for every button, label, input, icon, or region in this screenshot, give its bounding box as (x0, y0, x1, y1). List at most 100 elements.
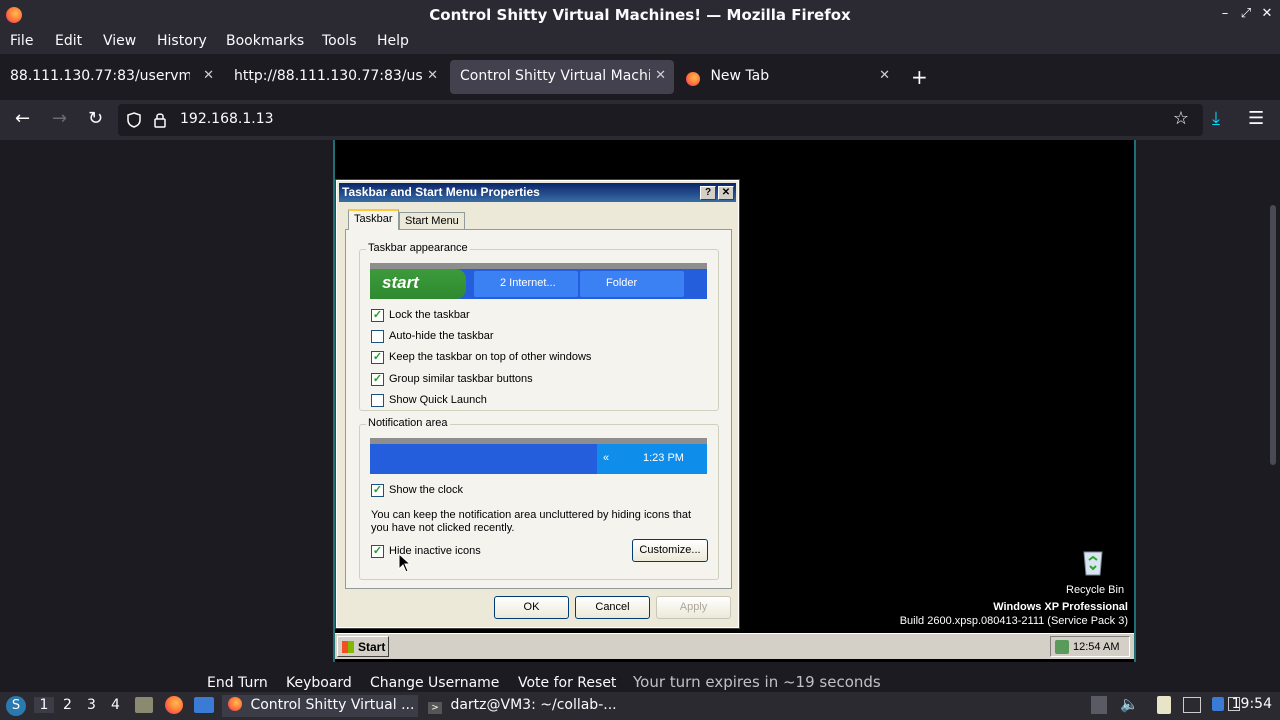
url-text: 192.168.1.13 (180, 111, 274, 127)
minimize-button[interactable]: – (1216, 6, 1234, 21)
xp-build-text: Build 2600.xpsp.080413-2111 (Service Pac… (899, 615, 1128, 627)
menu-file[interactable]: File (10, 33, 33, 49)
checkbox-label: Group similar taskbar buttons (389, 373, 533, 385)
taskbar-preview: start 2 Internet... Folder (370, 263, 707, 299)
taskbar-app-firefox[interactable]: Control Shitty Virtual ... (222, 695, 418, 717)
hide-inactive-checkbox[interactable]: ✓ (371, 545, 384, 558)
navigation-bar: ← → ↻ 192.168.1.13 ☆ ⤓ ☰ (0, 100, 1280, 140)
group-title: Taskbar appearance (366, 242, 470, 254)
menu-tools[interactable]: Tools (322, 33, 357, 49)
display-icon[interactable] (1183, 697, 1201, 713)
ok-button[interactable]: OK (494, 596, 569, 619)
preview-start-button: start (370, 269, 466, 299)
notification-area-group: Notification area « 1:23 PM ✓ Show the c… (359, 417, 719, 580)
checkbox-label: Auto-hide the taskbar (389, 330, 494, 342)
workspace-1[interactable]: 1 (34, 697, 54, 713)
window-icon[interactable] (194, 697, 214, 713)
menu-history[interactable]: History (157, 33, 207, 49)
taskbar-app-terminal[interactable]: > dartz@VM3: ~/collab-... (422, 695, 618, 717)
tab-uservm[interactable]: 88.111.130.77:83/uservm/ ✕ (0, 60, 222, 94)
tab-taskbar[interactable]: Taskbar (348, 209, 399, 230)
change-username-link[interactable]: Change Username (370, 675, 499, 691)
checkbox-label: Show Quick Launch (389, 394, 487, 406)
hamburger-menu-icon[interactable]: ☰ (1248, 108, 1264, 129)
workspace-2[interactable]: 2 (63, 697, 72, 713)
turn-status-text: Your turn expires in ~19 seconds (633, 673, 881, 691)
tab-label: http://88.111.130.77:83/use (234, 68, 422, 84)
vote-reset-link[interactable]: Vote for Reset (518, 675, 616, 691)
keyboard-link[interactable]: Keyboard (286, 675, 352, 691)
tab-start-menu[interactable]: Start Menu (399, 212, 465, 230)
windows-logo-icon (342, 641, 354, 653)
close-tab-icon[interactable]: ✕ (879, 68, 890, 83)
keep-on-top-checkbox[interactable]: ✓ (371, 351, 384, 364)
help-button[interactable]: ? (700, 186, 716, 200)
group-title: Notification area (366, 417, 450, 429)
app-label: Control Shitty Virtual ... (250, 697, 415, 713)
lock-taskbar-checkbox[interactable]: ✓ (371, 309, 384, 322)
xp-start-button[interactable]: Start (337, 636, 389, 657)
tab-label: 88.111.130.77:83/uservm/ (10, 68, 190, 84)
back-arrow-icon[interactable]: ← (15, 108, 30, 129)
app-label: dartz@VM3: ~/collab-... (450, 697, 617, 713)
update-icon[interactable] (1212, 697, 1224, 711)
lock-icon[interactable] (154, 112, 166, 128)
preview-clock: 1:23 PM (643, 452, 684, 464)
end-turn-link[interactable]: End Turn (207, 675, 268, 691)
workspace-3[interactable]: 3 (87, 697, 96, 713)
bookmark-star-icon[interactable]: ☆ (1173, 108, 1189, 129)
xp-taskbar: Start 12:54 AM (335, 633, 1134, 659)
menu-edit[interactable]: Edit (55, 33, 82, 49)
volume-icon[interactable]: 🔈 (1120, 695, 1139, 713)
tray-up-icon[interactable] (1091, 696, 1107, 714)
firefox-icon (228, 697, 242, 711)
preview-ie-group: 2 Internet... (474, 271, 578, 297)
download-icon[interactable]: ⤓ (1212, 108, 1220, 129)
forward-arrow-icon[interactable]: → (52, 108, 67, 129)
close-window-button[interactable]: ✕ (1258, 6, 1276, 21)
auto-hide-checkbox[interactable] (371, 330, 384, 343)
menu-view[interactable]: View (103, 33, 136, 49)
chevron-left-icon: « (603, 452, 610, 464)
network-icon[interactable] (1055, 640, 1069, 654)
url-bar[interactable]: 192.168.1.13 ☆ (118, 104, 1203, 136)
reload-icon[interactable]: ↻ (88, 108, 103, 129)
tab-control-vms[interactable]: Control Shitty Virtual Machin ✕ (450, 60, 674, 94)
clipboard-icon[interactable] (1157, 696, 1171, 714)
menu-bookmarks[interactable]: Bookmarks (226, 33, 304, 49)
mouse-cursor-icon (398, 553, 410, 573)
shield-icon[interactable] (127, 112, 141, 128)
os-menu-icon[interactable]: S (6, 696, 26, 716)
menu-help[interactable]: Help (377, 33, 409, 49)
tab-new-tab[interactable]: New Tab ✕ (676, 60, 898, 94)
apply-button[interactable]: Apply (656, 596, 731, 619)
terminal-icon: > (428, 702, 442, 714)
dialog-titlebar[interactable]: Taskbar and Start Menu Properties ? ✕ (339, 183, 736, 202)
xp-clock: 12:54 AM (1073, 641, 1120, 653)
os-taskbar: S 1 2 3 4 Control Shitty Virtual ... > d… (0, 692, 1280, 720)
start-label: Start (358, 640, 386, 654)
close-tab-icon[interactable]: ✕ (427, 68, 438, 83)
preview-tray: « 1:23 PM (597, 444, 707, 474)
notification-hint-text: You can keep the notification area unclu… (371, 509, 692, 534)
tab-uservm-http[interactable]: http://88.111.130.77:83/use ✕ (224, 60, 446, 94)
group-buttons-checkbox[interactable]: ✓ (371, 373, 384, 386)
firefox-launcher-icon[interactable] (165, 696, 183, 714)
new-tab-plus-icon[interactable]: + (911, 65, 928, 89)
page-scrollbar[interactable] (1270, 205, 1276, 465)
file-manager-icon[interactable] (135, 697, 153, 713)
dialog-close-button[interactable]: ✕ (718, 186, 734, 200)
cancel-button[interactable]: Cancel (575, 596, 650, 619)
show-clock-checkbox[interactable]: ✓ (371, 484, 384, 497)
recycle-bin-icon[interactable] (1080, 548, 1106, 576)
close-tab-icon[interactable]: ✕ (655, 68, 666, 83)
maximize-button[interactable]: ⤢ (1237, 6, 1255, 21)
checkbox-label: Lock the taskbar (389, 309, 470, 321)
customize-button[interactable]: Customize... (632, 539, 708, 562)
recycle-bin-label: Recycle Bin (1066, 584, 1125, 596)
workspace-4[interactable]: 4 (111, 697, 120, 713)
taskbar-tab-panel: Taskbar appearance start 2 Internet... F… (345, 229, 732, 589)
close-tab-icon[interactable]: ✕ (203, 68, 214, 83)
menu-bar: File Edit View History Bookmarks Tools H… (0, 30, 1280, 54)
quick-launch-checkbox[interactable] (371, 394, 384, 407)
